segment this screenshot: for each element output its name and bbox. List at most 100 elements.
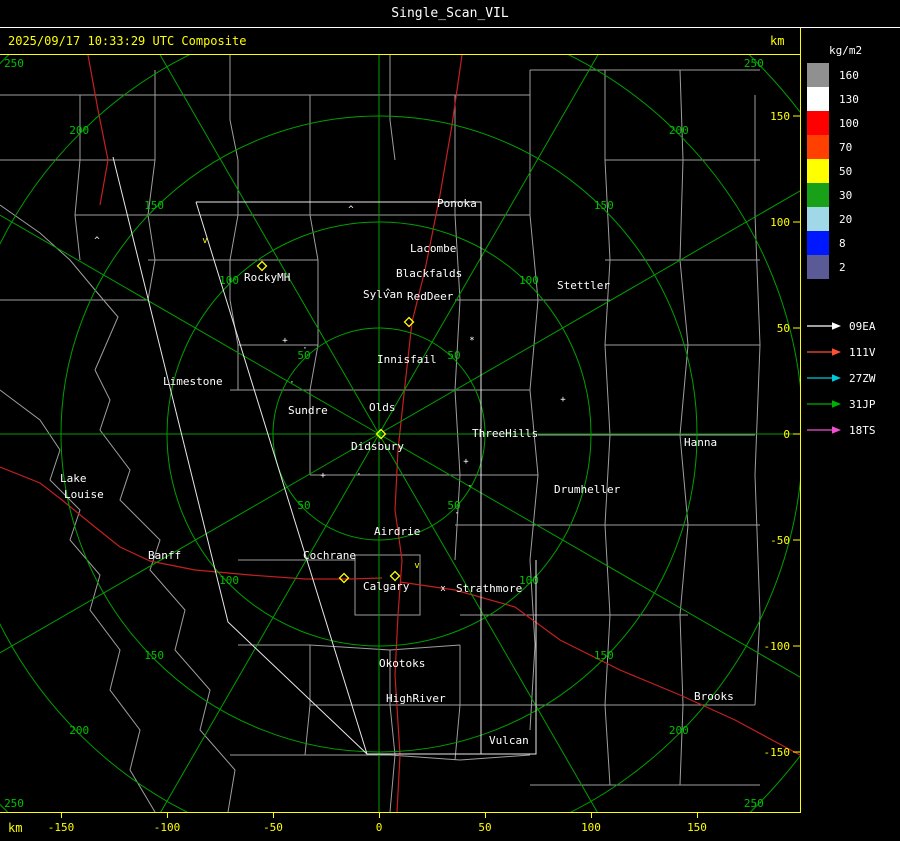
colorbar-entry: 100 xyxy=(807,111,900,135)
bottom-axis-tick-label: -50 xyxy=(263,821,283,834)
radar-map-canvas[interactable]: 505050 50100100100 100150150150 15020020020… xyxy=(0,55,800,812)
city-label: Sylvan xyxy=(363,288,403,301)
city-label: Olds xyxy=(369,401,396,414)
bottom-axis-tick xyxy=(485,813,486,818)
colorbar-value: 2 xyxy=(839,260,846,274)
track-arrow-icon xyxy=(807,400,841,408)
right-axis-tick-label: 50 xyxy=(777,322,790,335)
range-ring-label: 50 xyxy=(297,499,310,512)
district-boundary xyxy=(529,70,539,731)
point-marker: · xyxy=(454,509,459,519)
colorbar-swatch xyxy=(807,135,829,159)
city-label: Lacombe xyxy=(410,242,456,255)
bottom-axis-tick xyxy=(591,813,592,818)
bottom-axis-tick xyxy=(273,813,274,818)
colorbar-swatch xyxy=(807,231,829,255)
city-label: Blackfalds xyxy=(396,267,462,280)
bottom-axis-tick xyxy=(167,813,168,818)
bottom-axis-tick-label: 50 xyxy=(478,821,492,834)
range-ring-label: 100 xyxy=(219,574,239,587)
city-label: Brooks xyxy=(694,690,734,703)
city-label: RedDeer xyxy=(407,290,454,303)
point-marker: + xyxy=(320,471,326,481)
range-ring-label: 250 xyxy=(4,57,24,70)
range-ring-label: 200 xyxy=(669,124,689,137)
district-boundary xyxy=(0,204,119,371)
colorbar-value: 160 xyxy=(839,68,859,82)
track-legend-item: 31JP xyxy=(805,391,900,417)
range-ring-label: 150 xyxy=(594,199,614,212)
district-boundary xyxy=(0,389,156,812)
bottom-axis-tick-label: 150 xyxy=(687,821,707,834)
track-legend: 09EA 111V 27ZW 31JP 18TS xyxy=(805,313,900,443)
track-arrow-icon xyxy=(807,374,841,382)
colorbar-swatch xyxy=(807,111,829,135)
city-label: Airdrie xyxy=(374,525,420,538)
city-label: Strathmore xyxy=(456,582,522,595)
point-marker: + xyxy=(560,395,566,405)
city-label: Louise xyxy=(64,488,104,501)
district-boundary xyxy=(304,645,311,756)
track-legend-item: 18TS xyxy=(805,417,900,443)
range-ring-label: 100 xyxy=(519,274,539,287)
track-id-label: 111V xyxy=(849,345,876,359)
city-label: Limestone xyxy=(163,375,223,388)
colorbar-entry: 20 xyxy=(807,207,900,231)
district-boundary xyxy=(389,650,396,812)
track-arrow-icon xyxy=(807,426,841,434)
right-axis-tick-label: -150 xyxy=(764,746,791,759)
colorbar-swatch xyxy=(807,207,829,231)
city-label: Hanna xyxy=(684,436,717,449)
point-marker: ^ xyxy=(348,205,354,215)
range-ring-label: 250 xyxy=(4,797,24,810)
range-ring-label: 200 xyxy=(69,124,89,137)
point-marker: ^ xyxy=(385,288,391,298)
radar-site-diamond-icon xyxy=(256,260,268,272)
point-marker: + xyxy=(282,336,288,346)
colorbar-entry: 30 xyxy=(807,183,900,207)
colorbar-swatch xyxy=(807,87,829,111)
range-ring-label: 50 xyxy=(447,349,460,362)
district-boundary xyxy=(679,69,689,786)
track-id-label: 27ZW xyxy=(849,371,876,385)
district-boundary xyxy=(754,95,761,706)
sidebar: kg/m2 160 130 100 70 50 30 20 8 2 09EA 111V 27ZW 31… xyxy=(801,28,900,841)
range-ring-label: 250 xyxy=(744,797,764,810)
colorbar-swatch xyxy=(807,159,829,183)
window-title: Single_Scan_VIL xyxy=(391,6,509,21)
city-label: Calgary xyxy=(363,580,410,593)
colorbar-unit-label: kg/m2 xyxy=(829,44,863,57)
colorbar-entry: 50 xyxy=(807,159,900,183)
city-label: HighRiver xyxy=(386,692,446,705)
right-axis-tick-label: -100 xyxy=(764,640,791,653)
city-label: Vulcan xyxy=(489,734,529,747)
right-axis-tick-label: -50 xyxy=(770,534,790,547)
point-marker: x xyxy=(440,584,446,594)
colorbar-entry: 8 xyxy=(807,231,900,255)
bottom-axis-tick-label: -150 xyxy=(47,821,75,834)
colorbar-value: 30 xyxy=(839,188,853,202)
district-boundary xyxy=(604,70,611,786)
colorbar-value: 8 xyxy=(839,236,846,250)
city-label: Drumheller xyxy=(554,483,621,496)
city-label: Innisfail xyxy=(377,353,437,366)
district-boundary xyxy=(309,95,319,475)
bottom-axis-unit-label: km xyxy=(8,821,23,835)
point-marker: · xyxy=(356,470,361,480)
point-marker: · xyxy=(289,378,294,388)
right-axis-unit-label: km xyxy=(770,34,785,48)
district-boundary xyxy=(238,644,461,651)
city-label: RockyMH xyxy=(244,271,290,284)
azimuth-spoke xyxy=(0,214,380,435)
range-ring-label: 150 xyxy=(594,649,614,662)
colorbar-entry: 2 xyxy=(807,255,900,279)
colorbar-value: 130 xyxy=(839,92,859,106)
colorbar-value: 20 xyxy=(839,212,853,226)
track-legend-item: 09EA xyxy=(805,313,900,339)
track-legend-item: 27ZW xyxy=(805,365,900,391)
district-boundary xyxy=(147,70,156,301)
right-axis-tick-label: 0 xyxy=(783,428,790,441)
colorbar-entry: 160 xyxy=(807,63,900,87)
city-label: Cochrane xyxy=(303,549,356,562)
right-axis-tick-label: 150 xyxy=(770,110,790,123)
